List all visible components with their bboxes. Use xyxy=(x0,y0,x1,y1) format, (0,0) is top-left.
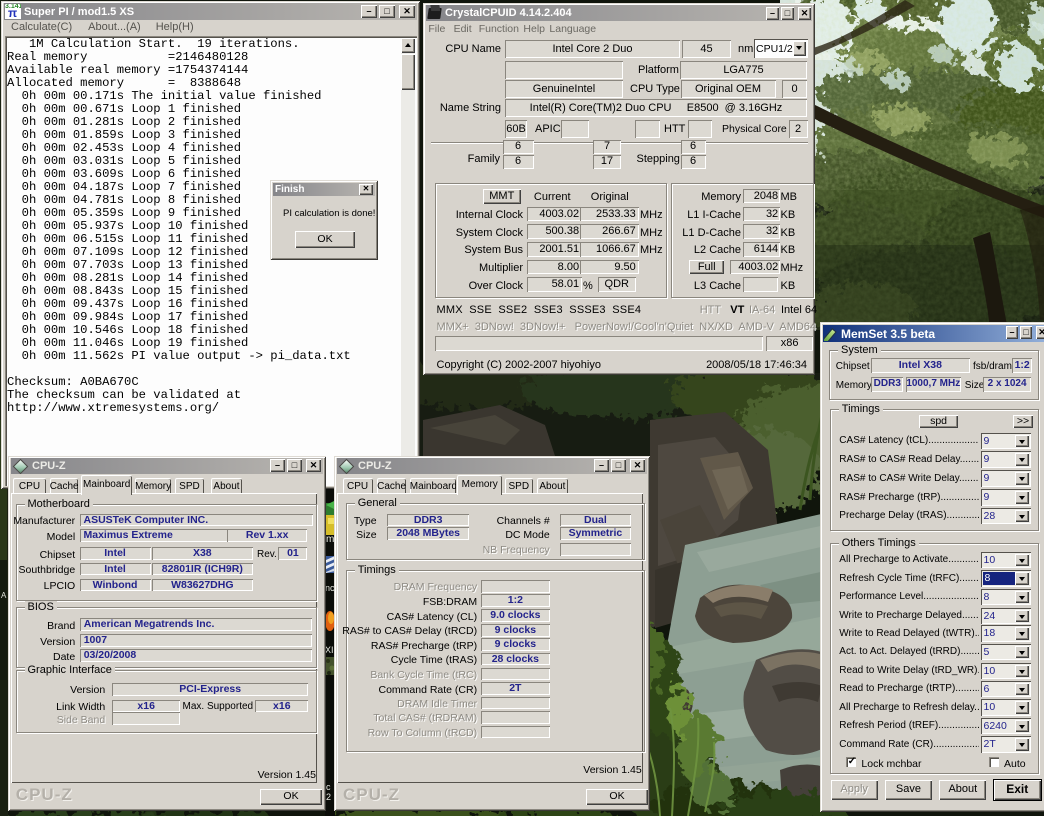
svg-text:c: c xyxy=(326,782,331,792)
svg-text:2: 2 xyxy=(326,792,331,802)
svg-text:A: A xyxy=(1,591,7,600)
svg-text:XI: XI xyxy=(325,645,334,655)
